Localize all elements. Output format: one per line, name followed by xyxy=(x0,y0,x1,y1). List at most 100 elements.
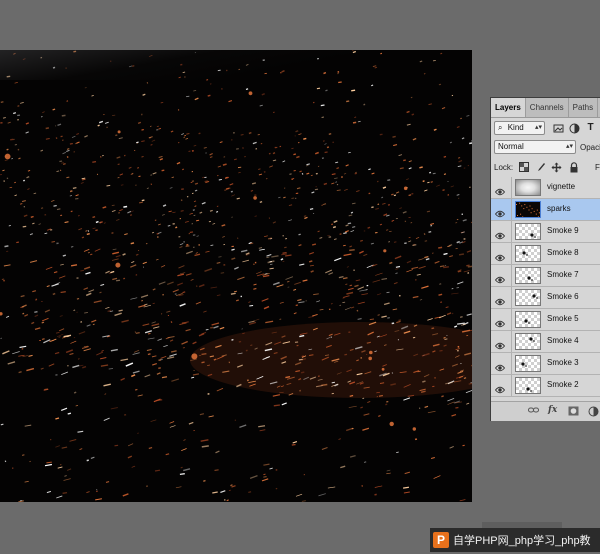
spark xyxy=(349,394,354,397)
spark xyxy=(249,321,257,326)
spark xyxy=(406,260,412,264)
spark xyxy=(167,356,175,360)
spark xyxy=(41,317,49,322)
tab-layers[interactable]: Layers xyxy=(491,98,526,117)
eye-icon[interactable] xyxy=(494,337,506,350)
spark xyxy=(21,348,24,350)
spark xyxy=(237,276,245,281)
spark xyxy=(218,178,222,181)
layer-thumbnail[interactable] xyxy=(515,245,541,262)
spark xyxy=(191,376,195,379)
layer-row[interactable]: Smoke 6 xyxy=(491,287,600,309)
spark xyxy=(383,302,390,306)
eye-icon[interactable] xyxy=(494,183,506,196)
layer-thumbnail[interactable] xyxy=(515,355,541,372)
spark xyxy=(163,345,168,348)
spark xyxy=(56,332,60,334)
spark xyxy=(18,371,22,374)
layer-row[interactable]: Smoke 3 xyxy=(491,353,600,375)
lock-transparent-icon[interactable] xyxy=(518,162,529,173)
spark xyxy=(83,248,90,252)
eye-icon[interactable] xyxy=(494,227,506,240)
spark xyxy=(77,430,84,433)
eye-icon[interactable] xyxy=(494,271,506,284)
filter-kind-select[interactable]: ⌕ Kind ▴▾ xyxy=(494,121,545,135)
mask-icon[interactable] xyxy=(568,406,579,418)
spark xyxy=(110,270,115,274)
spark xyxy=(441,107,446,110)
spark xyxy=(9,186,13,189)
spark xyxy=(451,94,454,97)
spark xyxy=(34,310,38,314)
spark xyxy=(66,149,70,152)
spark xyxy=(391,372,394,374)
eye-icon[interactable] xyxy=(494,359,506,372)
spark xyxy=(60,263,64,266)
layer-thumbnail[interactable] xyxy=(515,179,541,196)
spark xyxy=(348,214,353,217)
layer-row[interactable]: sparks xyxy=(491,199,600,221)
spark xyxy=(61,114,66,117)
filter-adjustment-icon[interactable] xyxy=(569,123,580,134)
spark xyxy=(219,326,225,330)
layer-thumbnail[interactable] xyxy=(515,333,541,350)
layer-thumbnail[interactable] xyxy=(515,223,541,240)
spark xyxy=(253,287,257,290)
tab-channels[interactable]: Channels xyxy=(526,98,569,117)
spark xyxy=(160,355,167,359)
filter-type-icon[interactable]: T xyxy=(585,122,596,133)
spark xyxy=(281,70,285,73)
spark xyxy=(343,253,352,257)
layer-row[interactable]: Smoke 2 xyxy=(491,375,600,397)
fx-icon[interactable]: fx xyxy=(548,405,557,415)
eye-icon[interactable] xyxy=(494,315,506,328)
layer-row[interactable]: Smoke 8 xyxy=(491,243,600,265)
spark xyxy=(211,322,220,326)
layer-row[interactable]: vignette xyxy=(491,177,600,199)
eye-icon[interactable] xyxy=(494,205,506,218)
layer-row[interactable]: Smoke 7 xyxy=(491,265,600,287)
spark xyxy=(213,325,219,329)
blend-mode-select[interactable]: Normal ▴▾ xyxy=(494,140,576,154)
filter-pixel-icon[interactable] xyxy=(553,123,564,134)
spark xyxy=(261,93,265,96)
adjustment-icon[interactable] xyxy=(588,406,599,419)
spark xyxy=(99,291,102,294)
spark xyxy=(132,370,140,374)
spark xyxy=(192,341,197,345)
spark xyxy=(363,413,370,416)
eye-icon[interactable] xyxy=(494,381,506,394)
layer-thumbnail[interactable] xyxy=(515,377,541,394)
lock-brush-icon[interactable] xyxy=(535,162,546,173)
panel-bottom-bar: fx xyxy=(491,401,600,421)
spark xyxy=(393,282,398,285)
layer-thumbnail[interactable] xyxy=(515,267,541,284)
layer-thumbnail[interactable] xyxy=(515,289,541,306)
eye-icon[interactable] xyxy=(494,249,506,262)
layer-thumbnail[interactable] xyxy=(515,311,541,328)
spark xyxy=(331,223,334,226)
fill-label: F xyxy=(595,163,600,172)
spark xyxy=(282,251,287,254)
layer-row[interactable]: Smoke 4 xyxy=(491,331,600,353)
spark xyxy=(357,301,365,305)
link-icon[interactable] xyxy=(528,406,539,417)
spark xyxy=(148,55,153,57)
layer-row[interactable]: Smoke 5 xyxy=(491,309,600,331)
layer-thumbnail[interactable] xyxy=(515,201,541,218)
spark xyxy=(22,454,25,456)
spark xyxy=(248,301,251,303)
spark xyxy=(376,293,382,296)
layer-row[interactable]: Smoke 9 xyxy=(491,221,600,243)
document-canvas[interactable] xyxy=(0,50,472,502)
spark xyxy=(378,394,384,397)
eye-icon[interactable] xyxy=(494,293,506,306)
spark xyxy=(200,439,209,442)
lock-move-icon[interactable] xyxy=(551,162,562,173)
spark xyxy=(127,443,134,447)
spark xyxy=(347,222,352,225)
tab-paths[interactable]: Paths xyxy=(569,98,599,117)
spark xyxy=(345,164,349,167)
lock-all-icon[interactable] xyxy=(568,162,579,173)
spark xyxy=(231,248,235,251)
